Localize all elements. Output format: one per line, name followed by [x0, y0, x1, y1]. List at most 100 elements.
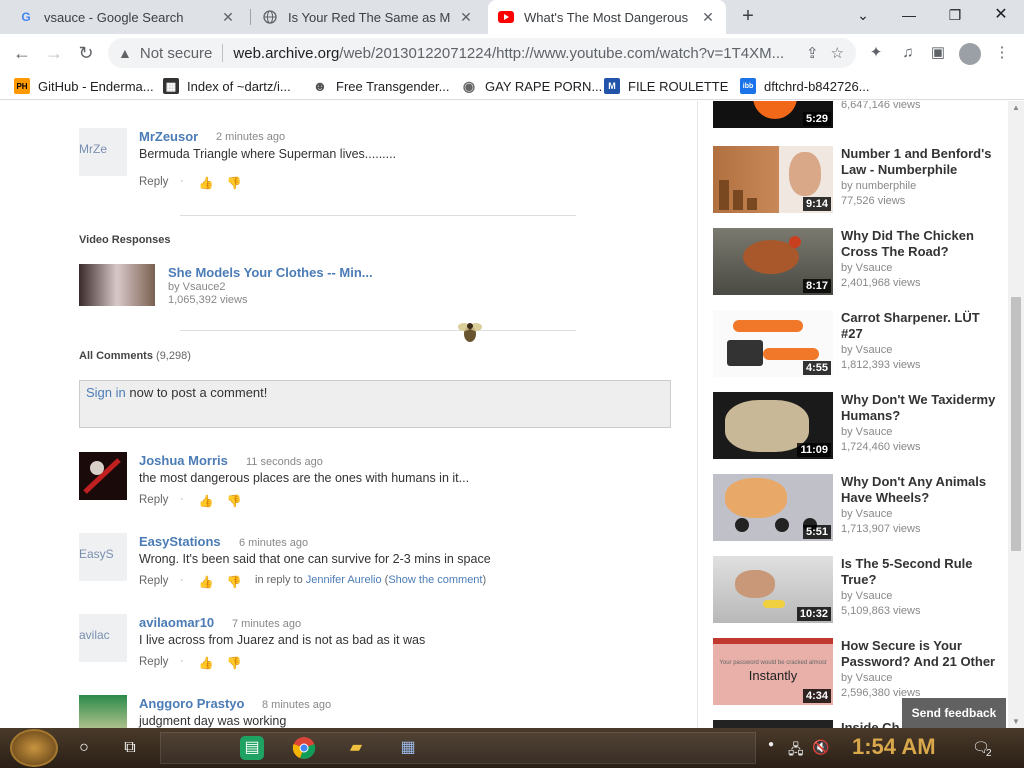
menu-kebab-icon[interactable]: ⋮	[992, 43, 1012, 63]
sheets-app-icon[interactable]: ▤	[240, 736, 264, 760]
video-channel[interactable]: by Vsauce	[841, 426, 892, 438]
tray-overflow-icon[interactable]: ●	[768, 739, 774, 750]
comment-author[interactable]: Anggoro Prastyo	[139, 696, 244, 711]
bookmark-file-roulette[interactable]: M FILE ROULETTE	[604, 76, 728, 96]
video-channel[interactable]: by Vsauce	[841, 672, 892, 684]
reload-icon[interactable]: ↻	[72, 39, 100, 67]
tab-google-search[interactable]: G vsauce - Google Search ✕	[8, 0, 246, 34]
thumbs-up-icon[interactable]: 👍	[198, 494, 214, 508]
bookmark-github[interactable]: PH GitHub - Enderma...	[14, 76, 154, 96]
related-video-item[interactable]: 11:09 Why Don't We Taxidermy Humans? by …	[713, 392, 995, 462]
show-comment-link[interactable]: Show the comment	[388, 574, 482, 586]
video-title[interactable]: Number 1 and Benford's Law - Numberphile	[841, 146, 997, 178]
thumbs-up-icon[interactable]: 👍	[198, 176, 214, 190]
video-thumbnail[interactable]: 5:51	[713, 474, 833, 541]
bookmark-gay-rape[interactable]: ◉ GAY RAPE PORN...	[461, 76, 602, 96]
scroll-down-arrow-icon[interactable]: ▼	[1011, 717, 1021, 726]
page-scrollbar[interactable]: ▲ ▼	[1008, 101, 1024, 728]
video-thumbnail[interactable]	[713, 720, 833, 728]
comment-signin-box[interactable]: Sign in now to post a comment!	[79, 380, 671, 428]
avatar[interactable]: EasyS	[79, 533, 127, 581]
maximize-button[interactable]: ❐	[932, 0, 978, 34]
video-title[interactable]: Why Did The Chicken Cross The Road?	[841, 228, 997, 260]
close-icon[interactable]: ✕	[220, 9, 236, 26]
avatar[interactable]	[79, 452, 127, 500]
address-bar[interactable]: ▲ Not secure web.archive.org/web/2013012…	[108, 38, 856, 68]
star-icon[interactable]: ☆	[831, 44, 844, 62]
avatar[interactable]	[79, 695, 127, 728]
video-channel[interactable]: by numberphile	[841, 180, 916, 192]
file-explorer-icon[interactable]: ▰	[344, 736, 368, 760]
send-feedback-button[interactable]: Send feedback	[902, 698, 1006, 728]
reply-link[interactable]: Reply	[139, 575, 168, 587]
related-video-item[interactable]: 5:51 Why Don't Any Animals Have Wheels? …	[713, 474, 995, 544]
video-thumbnail[interactable]: 5:29	[713, 101, 833, 128]
video-response-thumbnail[interactable]	[79, 264, 155, 306]
reply-link[interactable]: Reply	[139, 176, 168, 188]
side-panel-icon[interactable]: ▣	[928, 43, 948, 63]
volume-muted-icon[interactable]: 🔇	[812, 739, 829, 756]
video-thumbnail[interactable]: 4:55	[713, 310, 833, 377]
video-thumbnail[interactable]: Your password would be cracked almost In…	[713, 638, 833, 705]
reply-link[interactable]: Reply	[139, 494, 168, 506]
back-arrow-icon[interactable]: ←	[8, 39, 36, 67]
video-thumbnail[interactable]: 8:17	[713, 228, 833, 295]
comment-author[interactable]: Joshua Morris	[139, 453, 228, 468]
share-icon[interactable]: ⇪	[806, 44, 819, 62]
thumbs-down-icon[interactable]: 👎	[226, 176, 242, 190]
video-channel[interactable]: by Vsauce	[841, 262, 892, 274]
video-channel[interactable]: by Vsauce	[841, 344, 892, 356]
search-circle-icon[interactable]: ○	[72, 736, 96, 760]
thumbs-up-icon[interactable]: 👍	[198, 575, 214, 589]
tab-red-same[interactable]: Is Your Red The Same as My R ✕	[252, 0, 484, 34]
bookmark-index-dartz[interactable]: ▦ Index of ~dartz/i...	[163, 76, 291, 96]
scroll-up-arrow-icon[interactable]: ▲	[1011, 103, 1021, 112]
video-channel[interactable]: by Vsauce	[841, 590, 892, 602]
thumbs-down-icon[interactable]: 👎	[226, 494, 242, 508]
signin-link[interactable]: Sign in	[86, 385, 126, 400]
video-title[interactable]: How Secure is Your Password? And 21 Othe…	[841, 638, 997, 670]
video-thumbnail[interactable]: 9:14	[713, 146, 833, 213]
chrome-app-icon[interactable]	[292, 736, 316, 760]
extensions-puzzle-icon[interactable]: ✦	[866, 43, 886, 63]
task-view-icon[interactable]: ⧉	[118, 736, 142, 760]
thumbs-down-icon[interactable]: 👎	[226, 656, 242, 670]
network-icon[interactable]: 🖧	[788, 739, 804, 763]
close-icon[interactable]: ✕	[458, 9, 474, 26]
new-tab-button[interactable]: +	[736, 4, 760, 28]
in-reply-user-link[interactable]: Jennifer Aurelio	[306, 574, 382, 586]
video-thumbnail[interactable]: 11:09	[713, 392, 833, 459]
start-button[interactable]	[10, 729, 58, 767]
related-video-item[interactable]: 4:55 Carrot Sharpener. LÜT #27 by Vsauce…	[713, 310, 995, 380]
close-window-button[interactable]: ✕	[978, 0, 1024, 34]
bookmark-dftchrd[interactable]: ibb dftchrd-b842726...	[740, 76, 870, 96]
video-response-title[interactable]: She Models Your Clothes -- Min...	[168, 265, 373, 280]
related-video-item[interactable]: 8:17 Why Did The Chicken Cross The Road?…	[713, 228, 995, 298]
related-video-item[interactable]: 5:29 6,647,146 views	[713, 101, 995, 131]
comment-author[interactable]: EasyStations	[139, 534, 221, 549]
close-icon[interactable]: ✕	[700, 9, 716, 26]
thumbs-down-icon[interactable]: 👎	[226, 575, 242, 589]
remote-desktop-icon[interactable]: ▦	[396, 736, 420, 760]
video-title[interactable]: Why Don't We Taxidermy Humans?	[841, 392, 997, 424]
comment-author[interactable]: MrZeusor	[139, 129, 198, 144]
video-title[interactable]: Why Don't Any Animals Have Wheels?	[841, 474, 997, 506]
video-thumbnail[interactable]: 10:32	[713, 556, 833, 623]
avatar[interactable]: avilac	[79, 614, 127, 662]
scroll-thumb[interactable]	[1011, 297, 1021, 551]
video-channel[interactable]: by Vsauce	[841, 508, 892, 520]
related-video-item[interactable]: 10:32 Is The 5-Second Rule True? by Vsau…	[713, 556, 995, 626]
thumbs-up-icon[interactable]: 👍	[198, 656, 214, 670]
video-title[interactable]: Carrot Sharpener. LÜT #27	[841, 310, 997, 342]
comment-author[interactable]: avilaomar10	[139, 615, 214, 630]
video-title[interactable]: Is The 5-Second Rule True?	[841, 556, 997, 588]
bookmark-free-transgender[interactable]: ☻ Free Transgender...	[312, 76, 450, 96]
forward-arrow-icon[interactable]: →	[40, 39, 68, 67]
clock[interactable]: 1:54 AM	[852, 734, 936, 760]
tab-search-chevron-icon[interactable]: ⌄	[840, 0, 886, 34]
related-video-item[interactable]: 9:14 Number 1 and Benford's Law - Number…	[713, 146, 995, 216]
tab-dangerous-places[interactable]: What's The Most Dangerous Pl ✕	[488, 0, 726, 34]
minimize-button[interactable]: —	[886, 0, 932, 34]
media-control-icon[interactable]: ♫	[898, 43, 918, 63]
reply-link[interactable]: Reply	[139, 656, 168, 668]
